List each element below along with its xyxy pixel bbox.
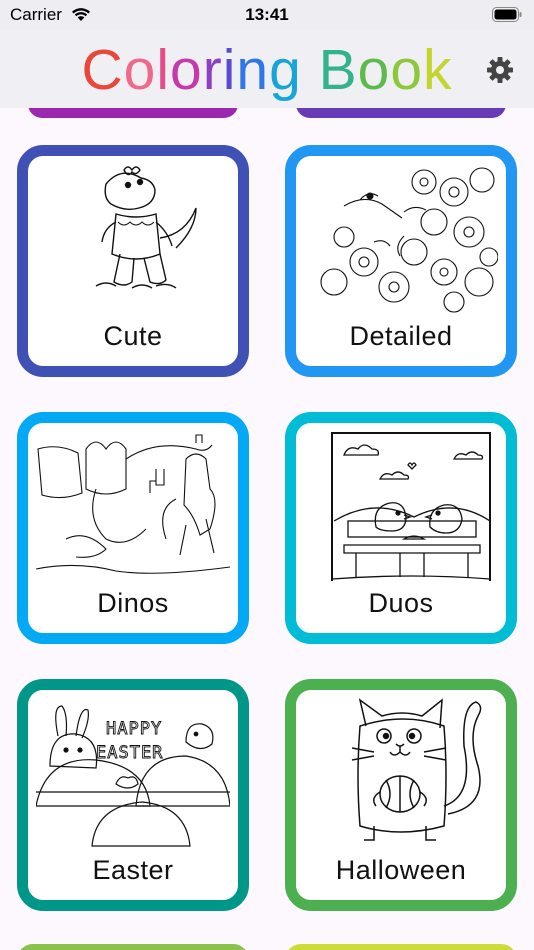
clock: 13:41 [245, 5, 289, 24]
category-tile-easter[interactable]: HAPPY EASTER Easter [17, 679, 249, 911]
easter-art: HAPPY EASTER [36, 705, 230, 847]
category-label: Detailed [349, 321, 453, 351]
gear-icon [487, 57, 513, 83]
settings-button[interactable] [484, 54, 516, 86]
title-letter: l [156, 38, 170, 102]
title-letter: o [170, 38, 203, 102]
title-letter: o [357, 38, 391, 102]
category-tile-partial[interactable] [17, 944, 249, 950]
category-tile-partial[interactable] [296, 108, 506, 118]
category-label: Duos [368, 588, 434, 618]
category-tile-duos[interactable]: Duos [285, 412, 517, 644]
title-letter: k [423, 38, 453, 102]
category-tile-halloween[interactable]: Halloween [285, 679, 517, 911]
flowers-bird-art [320, 167, 498, 313]
title-letter: o [390, 38, 424, 102]
svg-text:HAPPY: HAPPY [106, 719, 162, 739]
dragon-art [95, 166, 197, 289]
svg-text:EASTER: EASTER [96, 743, 163, 763]
category-tile-detailed[interactable]: Detailed [285, 145, 517, 377]
title-letter: n [236, 38, 270, 102]
category-tile-dinos[interactable]: Dinos [17, 412, 249, 644]
app-title: Coloring Book [0, 39, 534, 101]
category-grid[interactable]: Cute Detailed Dinos Duos HAPPY EASTER Ea… [0, 108, 534, 950]
category-label: Dinos [97, 588, 169, 618]
category-tile-cute[interactable]: Cute [17, 145, 249, 377]
category-label: Easter [92, 855, 174, 885]
category-label: Cute [103, 321, 163, 351]
category-tile-partial[interactable] [28, 108, 238, 118]
title-letter [302, 39, 319, 101]
title-letter: g [269, 38, 302, 102]
dragon-knight-art [36, 434, 230, 574]
nav-bar: Coloring Book [0, 30, 534, 108]
battery-icon [492, 7, 522, 22]
birds-bench-art [331, 432, 491, 581]
cat-art [351, 698, 482, 841]
title-letter: o [123, 38, 157, 102]
category-label: Halloween [335, 855, 467, 885]
category-tile-partial[interactable] [285, 944, 517, 950]
status-bar: Carrier 13:41 [0, 0, 534, 30]
title-letter: C [81, 38, 124, 102]
title-letter: r [202, 38, 223, 102]
title-letter: B [318, 38, 358, 102]
title-letter: i [222, 38, 237, 102]
